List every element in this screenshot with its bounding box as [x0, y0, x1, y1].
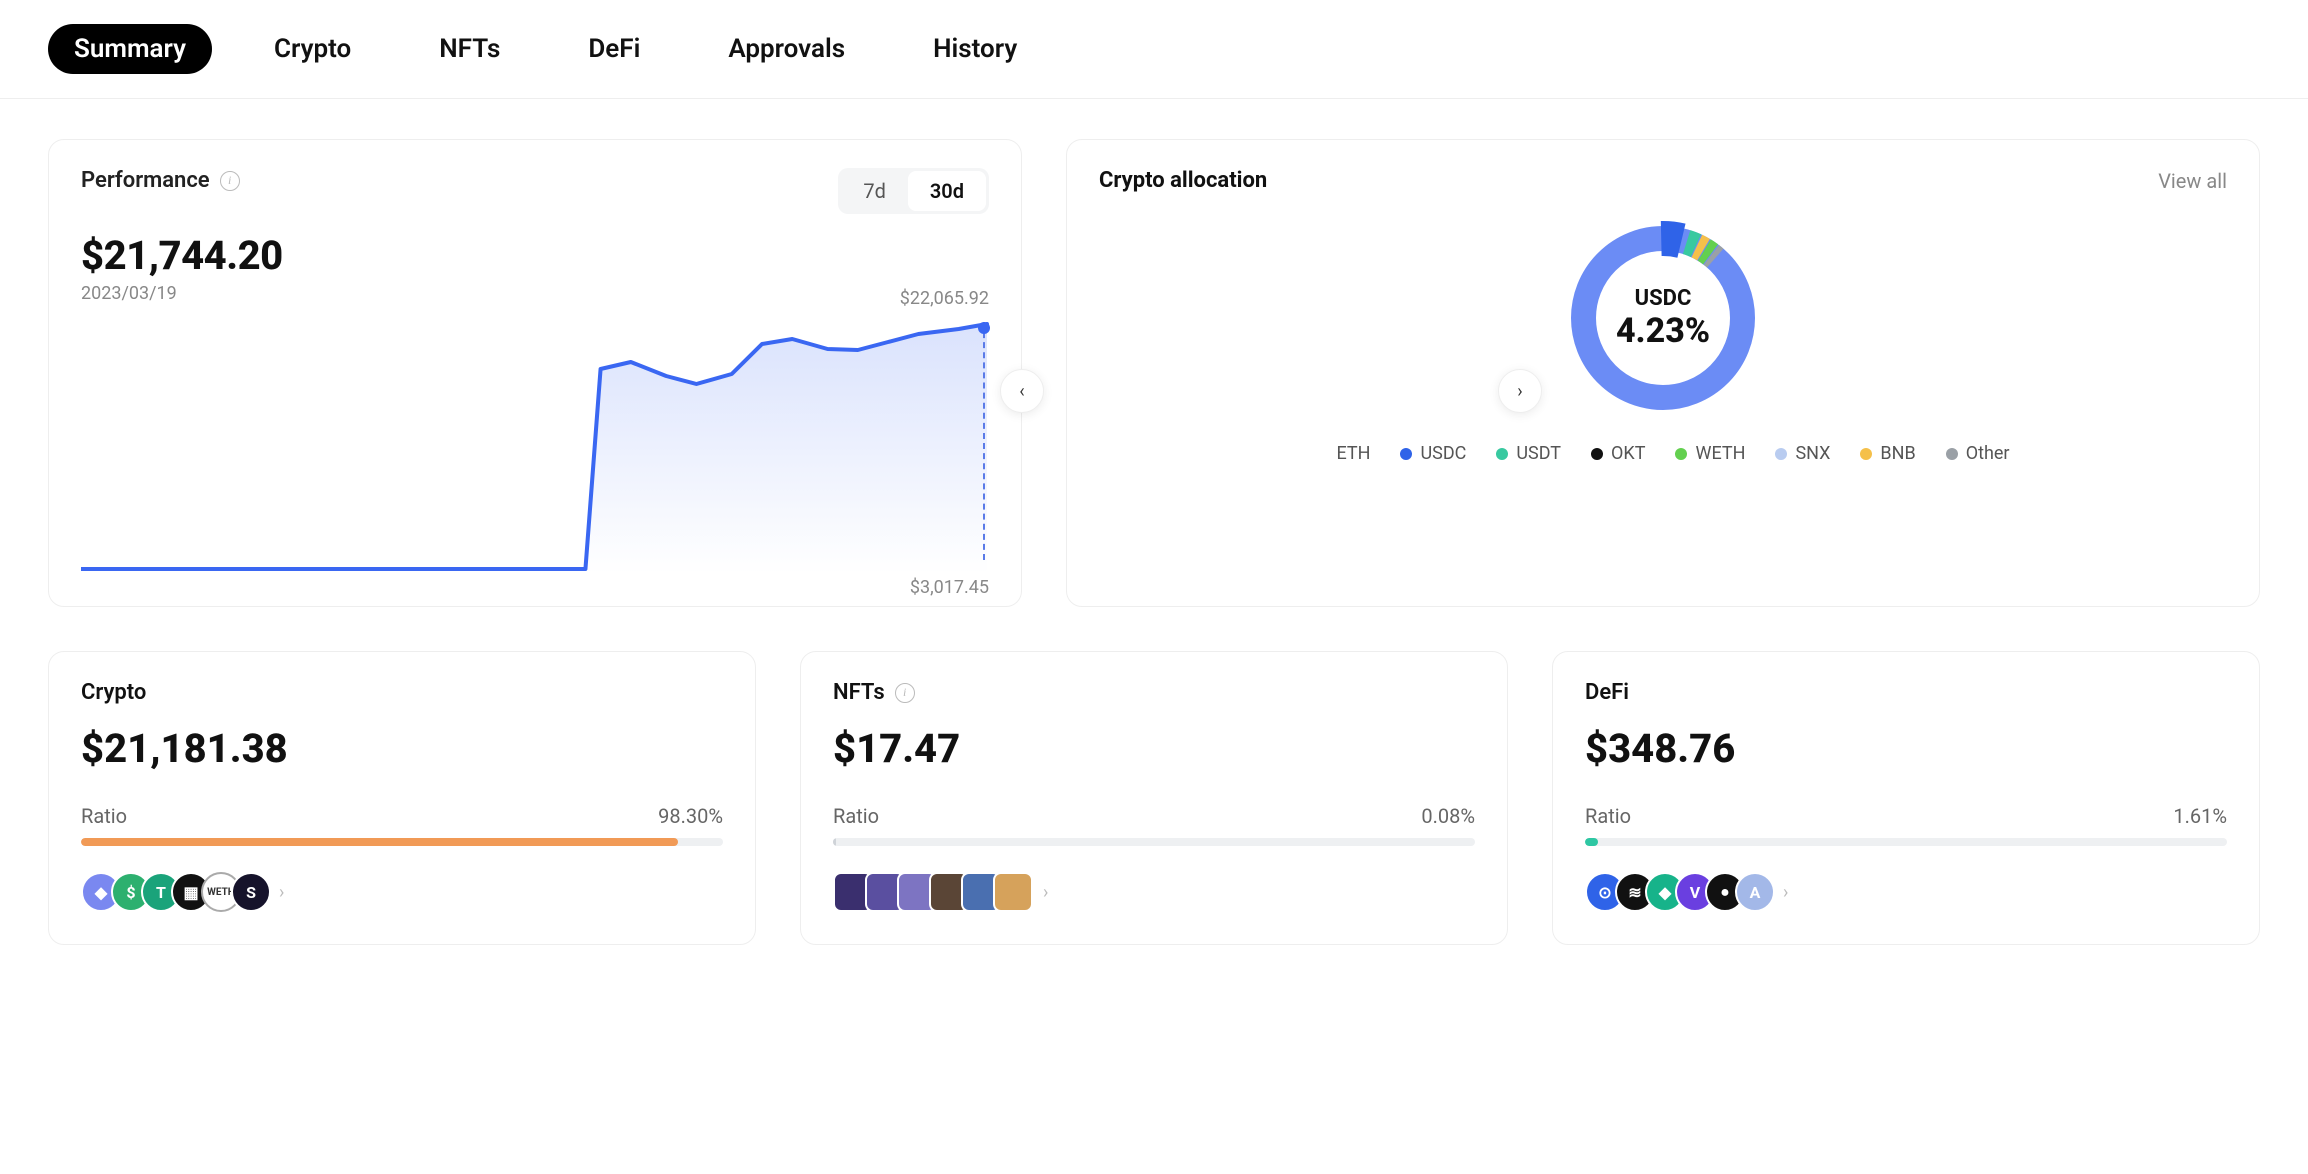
- token-icon: S: [231, 872, 271, 912]
- ratio-label: Ratio: [833, 804, 879, 828]
- legend-usdt[interactable]: USDT: [1496, 443, 1561, 464]
- performance-card: Performance i 7d 30d $21,744.20 2023/03/…: [48, 139, 1022, 607]
- performance-title: Performance: [81, 168, 210, 193]
- swatch-icon: [1591, 448, 1603, 460]
- donut-center-label: USDC: [1635, 286, 1692, 311]
- allocation-card: Crypto allocation View all USDC 4.23%: [1066, 139, 2260, 607]
- chart-cursor-line: [983, 322, 985, 560]
- range-toggle: 7d 30d: [838, 168, 989, 214]
- legend-usdc[interactable]: USDC: [1400, 443, 1466, 464]
- legend-label: BNB: [1880, 443, 1915, 464]
- allocation-title: Crypto allocation: [1099, 168, 1267, 193]
- crypto-ratio-bar: [81, 838, 723, 846]
- ratio-label: Ratio: [81, 804, 127, 828]
- ratio-label: Ratio: [1585, 804, 1631, 828]
- nfts-card[interactable]: NFTs i $17.47 Ratio 0.08% ›: [800, 651, 1508, 945]
- legend-eth[interactable]: ETH: [1316, 443, 1370, 464]
- defi-card[interactable]: DeFi $348.76 Ratio 1.61% ⊙ ≋ ◆ V ● A ›: [1552, 651, 2260, 945]
- donut-center-value: 4.23%: [1616, 311, 1710, 351]
- nft-thumb: [993, 872, 1033, 912]
- nfts-ratio: 0.08%: [1421, 804, 1475, 828]
- legend-label: USDT: [1516, 443, 1561, 464]
- chevron-left-icon: ‹: [1019, 381, 1024, 402]
- defi-card-title: DeFi: [1585, 680, 1629, 705]
- protocol-icon: A: [1735, 872, 1775, 912]
- defi-ratio: 1.61%: [2173, 804, 2227, 828]
- performance-date: 2023/03/19: [81, 283, 989, 304]
- chevron-right-icon: ›: [1043, 882, 1048, 903]
- chevron-right-icon: ›: [1517, 381, 1522, 402]
- performance-chart[interactable]: $22,065.92 $3,017.45: [81, 314, 989, 574]
- tabs-nav: Summary Crypto NFTs DeFi Approvals Histo…: [0, 0, 2308, 99]
- defi-ratio-bar: [1585, 838, 2227, 846]
- tab-approvals[interactable]: Approvals: [702, 24, 871, 74]
- defi-protocol-icons[interactable]: ⊙ ≋ ◆ V ● A ›: [1585, 872, 2227, 912]
- nfts-card-title: NFTs: [833, 680, 885, 705]
- swatch-icon: [1675, 448, 1687, 460]
- crypto-token-icons[interactable]: ◆ $ T ▦ WETH S ›: [81, 872, 723, 912]
- swatch-icon: [1400, 448, 1412, 460]
- performance-value: $21,744.20: [81, 232, 989, 279]
- legend-label: ETH: [1336, 443, 1370, 464]
- allocation-donut[interactable]: USDC 4.23%: [1558, 213, 1768, 423]
- chart-y-min: $3,017.45: [910, 577, 989, 598]
- nft-thumbnails[interactable]: ›: [833, 872, 1475, 912]
- swatch-icon: [1775, 448, 1787, 460]
- tab-summary[interactable]: Summary: [48, 24, 212, 74]
- chevron-right-icon: ›: [1783, 882, 1788, 903]
- range-30d[interactable]: 30d: [908, 171, 986, 211]
- view-all-link[interactable]: View all: [2158, 169, 2227, 193]
- legend-okt[interactable]: OKT: [1591, 443, 1645, 464]
- legend-label: OKT: [1611, 443, 1645, 464]
- swatch-icon: [1860, 448, 1872, 460]
- legend-label: Other: [1966, 443, 2010, 464]
- nfts-ratio-bar: [833, 838, 1475, 846]
- chart-y-max: $22,065.92: [900, 288, 989, 309]
- legend-other[interactable]: Other: [1946, 443, 2010, 464]
- nfts-card-value: $17.47: [833, 725, 1475, 772]
- legend-snx[interactable]: SNX: [1775, 443, 1830, 464]
- info-icon[interactable]: i: [895, 683, 915, 703]
- swatch-icon: [1316, 448, 1328, 460]
- legend-bnb[interactable]: BNB: [1860, 443, 1915, 464]
- tab-defi[interactable]: DeFi: [562, 24, 666, 74]
- range-7d[interactable]: 7d: [841, 171, 908, 211]
- allocation-legend: ETH USDC USDT OKT WETH SNX BNB Other: [1099, 443, 2227, 464]
- legend-label: WETH: [1695, 443, 1745, 464]
- legend-label: USDC: [1420, 443, 1466, 464]
- chart-cursor-dot: [978, 322, 990, 334]
- carousel-next-button[interactable]: ›: [1498, 369, 1542, 413]
- chart-area-fill: [81, 324, 987, 574]
- tab-nfts[interactable]: NFTs: [413, 24, 526, 74]
- defi-card-value: $348.76: [1585, 725, 2227, 772]
- chevron-right-icon: ›: [279, 882, 284, 903]
- swatch-icon: [1946, 448, 1958, 460]
- crypto-card-title: Crypto: [81, 680, 146, 705]
- swatch-icon: [1496, 448, 1508, 460]
- legend-weth[interactable]: WETH: [1675, 443, 1745, 464]
- crypto-card-value: $21,181.38: [81, 725, 723, 772]
- info-icon[interactable]: i: [220, 171, 240, 191]
- crypto-card[interactable]: Crypto $21,181.38 Ratio 98.30% ◆ $ T ▦ W…: [48, 651, 756, 945]
- tab-history[interactable]: History: [907, 24, 1043, 74]
- tab-crypto[interactable]: Crypto: [248, 24, 377, 74]
- carousel-prev-button[interactable]: ‹: [1000, 369, 1044, 413]
- crypto-ratio: 98.30%: [658, 804, 723, 828]
- legend-label: SNX: [1795, 443, 1830, 464]
